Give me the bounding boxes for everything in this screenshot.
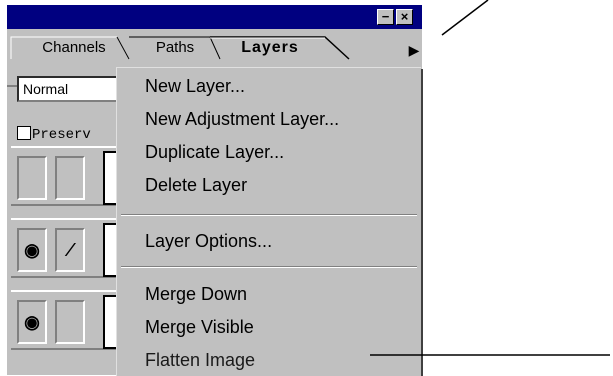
callout-line-flyout xyxy=(441,0,489,36)
callout-lines xyxy=(370,0,610,356)
